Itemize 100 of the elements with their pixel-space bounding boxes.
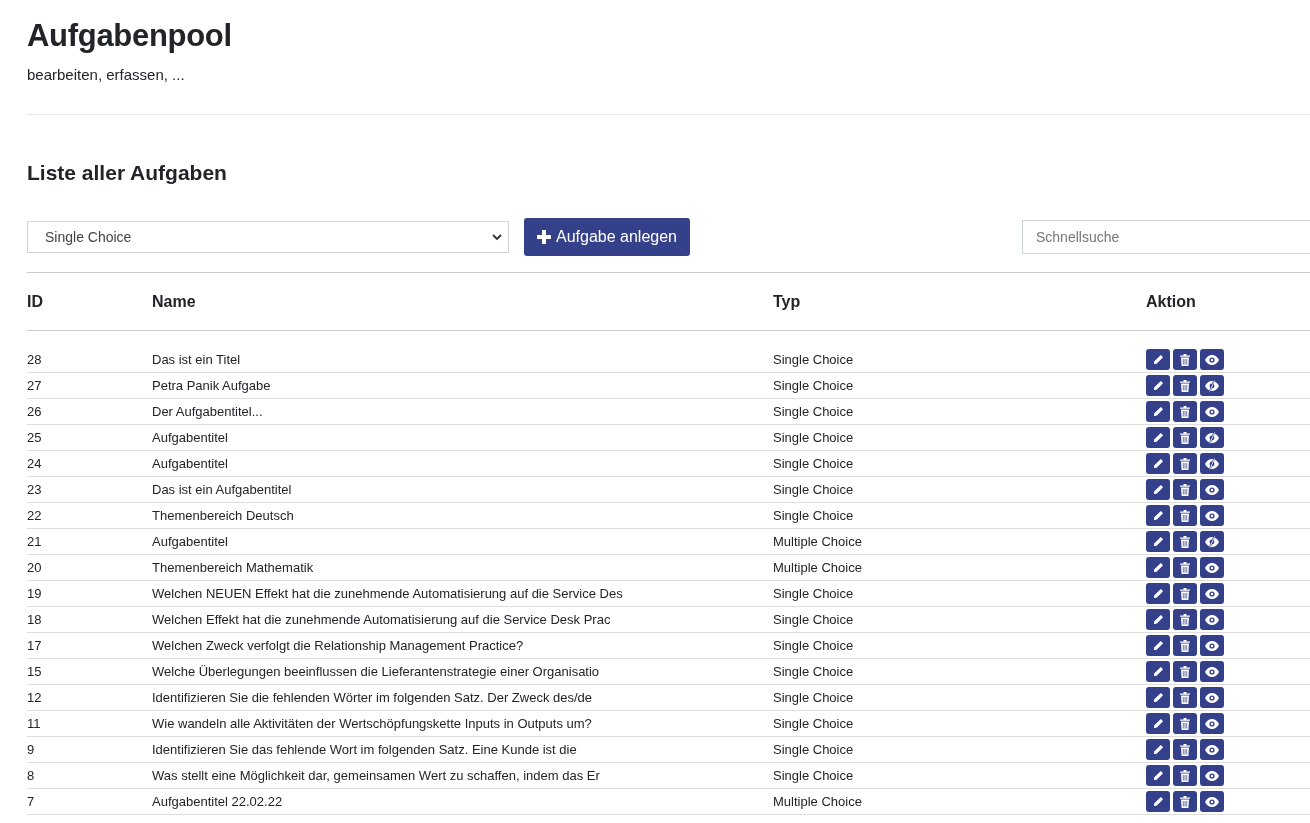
visibility-button[interactable] — [1200, 505, 1224, 526]
eye-slash-icon — [1205, 535, 1219, 548]
visibility-button[interactable] — [1200, 401, 1224, 422]
visibility-button[interactable] — [1200, 791, 1224, 812]
eye-icon — [1205, 640, 1219, 651]
search-field[interactable]: Schnellsuche — [1022, 220, 1310, 254]
pencil-icon — [1152, 744, 1164, 755]
delete-button[interactable] — [1173, 713, 1197, 734]
table-cell-text: Aufgabentitel — [152, 430, 229, 445]
edit-button[interactable] — [1146, 349, 1170, 370]
delete-button[interactable] — [1173, 401, 1197, 422]
visibility-button[interactable] — [1200, 739, 1224, 760]
trash-icon — [1180, 587, 1190, 600]
delete-button[interactable] — [1173, 479, 1197, 500]
pencil-icon — [1152, 510, 1164, 521]
table-cell-text: 21 — [27, 534, 43, 549]
plus-icon — [537, 230, 551, 244]
table-cell-text: Single Choice — [773, 664, 855, 679]
table-cell-text: 23 — [27, 482, 43, 497]
edit-button[interactable] — [1146, 635, 1170, 656]
delete-button[interactable] — [1173, 635, 1197, 656]
pencil-icon — [1152, 406, 1164, 417]
table-cell-text: Single Choice — [773, 378, 855, 393]
trash-icon — [1180, 639, 1190, 652]
trash-icon — [1180, 613, 1190, 626]
delete-button[interactable] — [1173, 739, 1197, 760]
table-cell-text: 15 — [27, 664, 43, 679]
trash-icon — [1180, 509, 1190, 522]
table-cell-text: Aufgabentitel — [152, 534, 229, 549]
visibility-button[interactable] — [1200, 557, 1224, 578]
table-cell-text: Was stellt eine Möglichkeit dar, gemeinsamen Wert zu schaffen, indem das Er — [152, 768, 601, 783]
table-cell-text: Single Choice — [773, 586, 855, 601]
table-cell-text: Welchen Effekt hat die zunehmende Automatisierung auf die Service Desk Prac — [152, 612, 612, 627]
visibility-button[interactable] — [1200, 583, 1224, 604]
visibility-button[interactable] — [1200, 427, 1224, 448]
table-cell-text: Welche Überlegungen beeinflussen die Lieferantenstrategie einer Organisatio — [152, 664, 601, 679]
visibility-button[interactable] — [1200, 453, 1224, 474]
table-cell-text: Single Choice — [773, 742, 855, 757]
delete-button[interactable] — [1173, 661, 1197, 682]
table-cell-text: 22 — [27, 508, 43, 523]
table-cell-text: Das ist ein Aufgabentitel — [152, 482, 293, 497]
visibility-button[interactable] — [1200, 531, 1224, 552]
edit-button[interactable] — [1146, 713, 1170, 734]
visibility-button[interactable] — [1200, 765, 1224, 786]
visibility-button[interactable] — [1200, 375, 1224, 396]
edit-button[interactable] — [1146, 791, 1170, 812]
delete-button[interactable] — [1173, 531, 1197, 552]
visibility-button[interactable] — [1200, 349, 1224, 370]
delete-button[interactable] — [1173, 791, 1197, 812]
table-cell-text: Multiple Choice — [773, 560, 863, 575]
table-cell-text: Aufgabentitel 22.02.22 — [152, 794, 284, 809]
table-cell-text: Single Choice — [773, 638, 855, 653]
edit-button[interactable] — [1146, 557, 1170, 578]
edit-button[interactable] — [1146, 505, 1170, 526]
delete-button[interactable] — [1173, 609, 1197, 630]
edit-button[interactable] — [1146, 375, 1170, 396]
edit-button[interactable] — [1146, 427, 1170, 448]
table-cell-text: Wie wandeln alle Aktivitäten der Wertschöpfungskette Inputs in Outputs um? — [152, 716, 593, 731]
delete-button[interactable] — [1173, 349, 1197, 370]
edit-button[interactable] — [1146, 765, 1170, 786]
edit-button[interactable] — [1146, 687, 1170, 708]
table-cell-text: Der Aufgabentitel... — [152, 404, 264, 419]
edit-button[interactable] — [1146, 609, 1170, 630]
edit-button[interactable] — [1146, 531, 1170, 552]
edit-button[interactable] — [1146, 583, 1170, 604]
pencil-icon — [1152, 536, 1164, 547]
trash-icon — [1180, 353, 1190, 366]
trash-icon — [1180, 795, 1190, 808]
edit-button[interactable] — [1146, 739, 1170, 760]
delete-button[interactable] — [1173, 583, 1197, 604]
visibility-button[interactable] — [1200, 635, 1224, 656]
add-task-button[interactable]: Aufgabe anlegen — [524, 218, 690, 256]
section-title: Liste aller Aufgaben — [27, 161, 228, 185]
delete-button[interactable] — [1173, 427, 1197, 448]
trash-icon — [1180, 743, 1190, 756]
edit-button[interactable] — [1146, 453, 1170, 474]
visibility-button[interactable] — [1200, 609, 1224, 630]
page-title: Aufgabenpool — [27, 18, 233, 54]
delete-button[interactable] — [1173, 765, 1197, 786]
trash-icon — [1180, 769, 1190, 782]
edit-button[interactable] — [1146, 401, 1170, 422]
delete-button[interactable] — [1173, 375, 1197, 396]
edit-button[interactable] — [1146, 661, 1170, 682]
trash-icon — [1180, 665, 1190, 678]
table-cell-text: Single Choice — [773, 768, 855, 783]
pencil-icon — [1152, 718, 1164, 729]
eye-icon — [1205, 354, 1219, 365]
edit-button[interactable] — [1146, 479, 1170, 500]
visibility-button[interactable] — [1200, 687, 1224, 708]
delete-button[interactable] — [1173, 453, 1197, 474]
delete-button[interactable] — [1173, 687, 1197, 708]
visibility-button[interactable] — [1200, 479, 1224, 500]
trash-icon — [1180, 379, 1190, 392]
delete-button[interactable] — [1173, 557, 1197, 578]
delete-button[interactable] — [1173, 505, 1197, 526]
trash-icon — [1180, 691, 1190, 704]
type-select[interactable]: Single Choice — [27, 221, 509, 253]
visibility-button[interactable] — [1200, 661, 1224, 682]
visibility-button[interactable] — [1200, 713, 1224, 734]
eye-icon — [1205, 796, 1219, 807]
